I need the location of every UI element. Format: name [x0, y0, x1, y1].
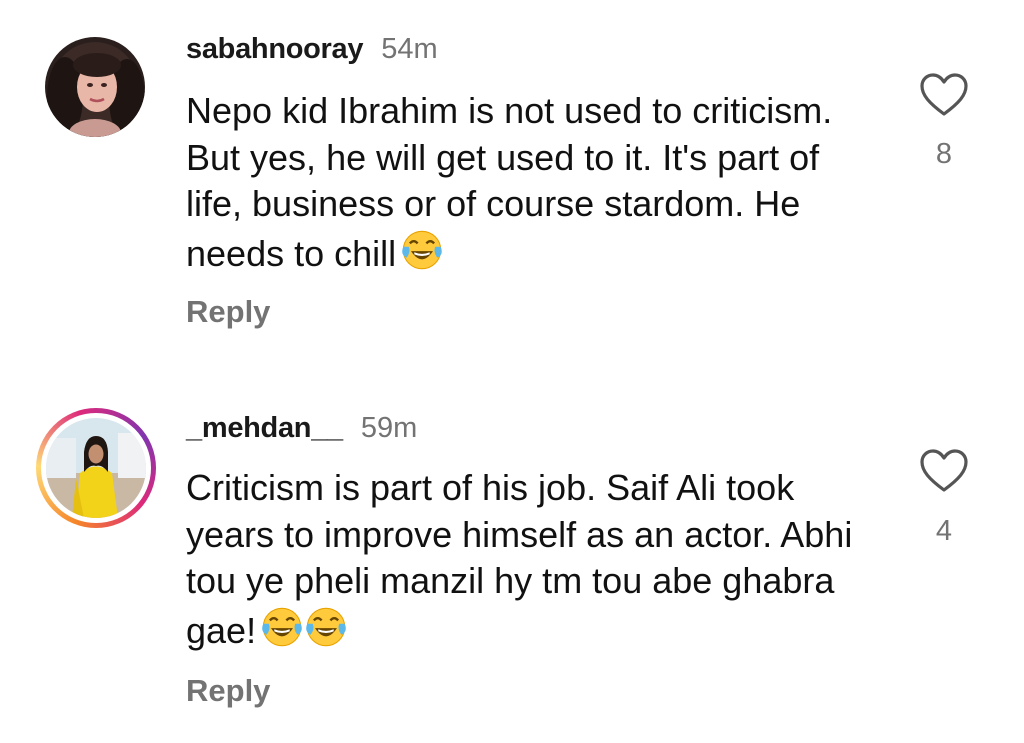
- comment-meta: sabahnooray 54m: [186, 33, 438, 66]
- comment-text: Criticism is part of his job. Saif Ali t…: [186, 465, 876, 660]
- comment-text-content: Nepo kid Ibrahim is not used to criticis…: [186, 90, 833, 274]
- heart-icon: [920, 449, 968, 492]
- username[interactable]: sabahnooray: [186, 33, 364, 65]
- avatar[interactable]: [45, 37, 145, 137]
- like-count: 8: [935, 138, 953, 170]
- like-button[interactable]: [919, 448, 969, 494]
- heart-icon: [920, 73, 968, 116]
- comment-meta: _mehdan__ 59m: [186, 412, 417, 445]
- username[interactable]: _mehdan__: [186, 412, 343, 444]
- reply-button[interactable]: Reply: [186, 294, 270, 330]
- avatar-gap: [41, 413, 151, 523]
- comment-text: Nepo kid Ibrahim is not used to criticis…: [186, 88, 876, 283]
- story-ring[interactable]: [36, 408, 156, 528]
- like-button[interactable]: [919, 72, 969, 118]
- avatar-photo: [46, 418, 146, 518]
- face-with-tears-of-joy-icon: [400, 228, 444, 284]
- comment-item: _mehdan__ 59m Criticism is part of his jo…: [0, 380, 1024, 743]
- timestamp: 59m: [360, 412, 418, 444]
- like-count: 4: [935, 515, 953, 547]
- face-with-tears-of-joy-icon: [260, 605, 304, 661]
- timestamp: 54m: [381, 33, 438, 65]
- face-with-tears-of-joy-icon: [304, 605, 348, 661]
- avatar-photo: [45, 37, 145, 137]
- comment-item: sabahnooray 54m Nepo kid Ibrahim is not u…: [0, 0, 1024, 370]
- avatar: [46, 418, 146, 518]
- reply-button[interactable]: Reply: [186, 673, 270, 709]
